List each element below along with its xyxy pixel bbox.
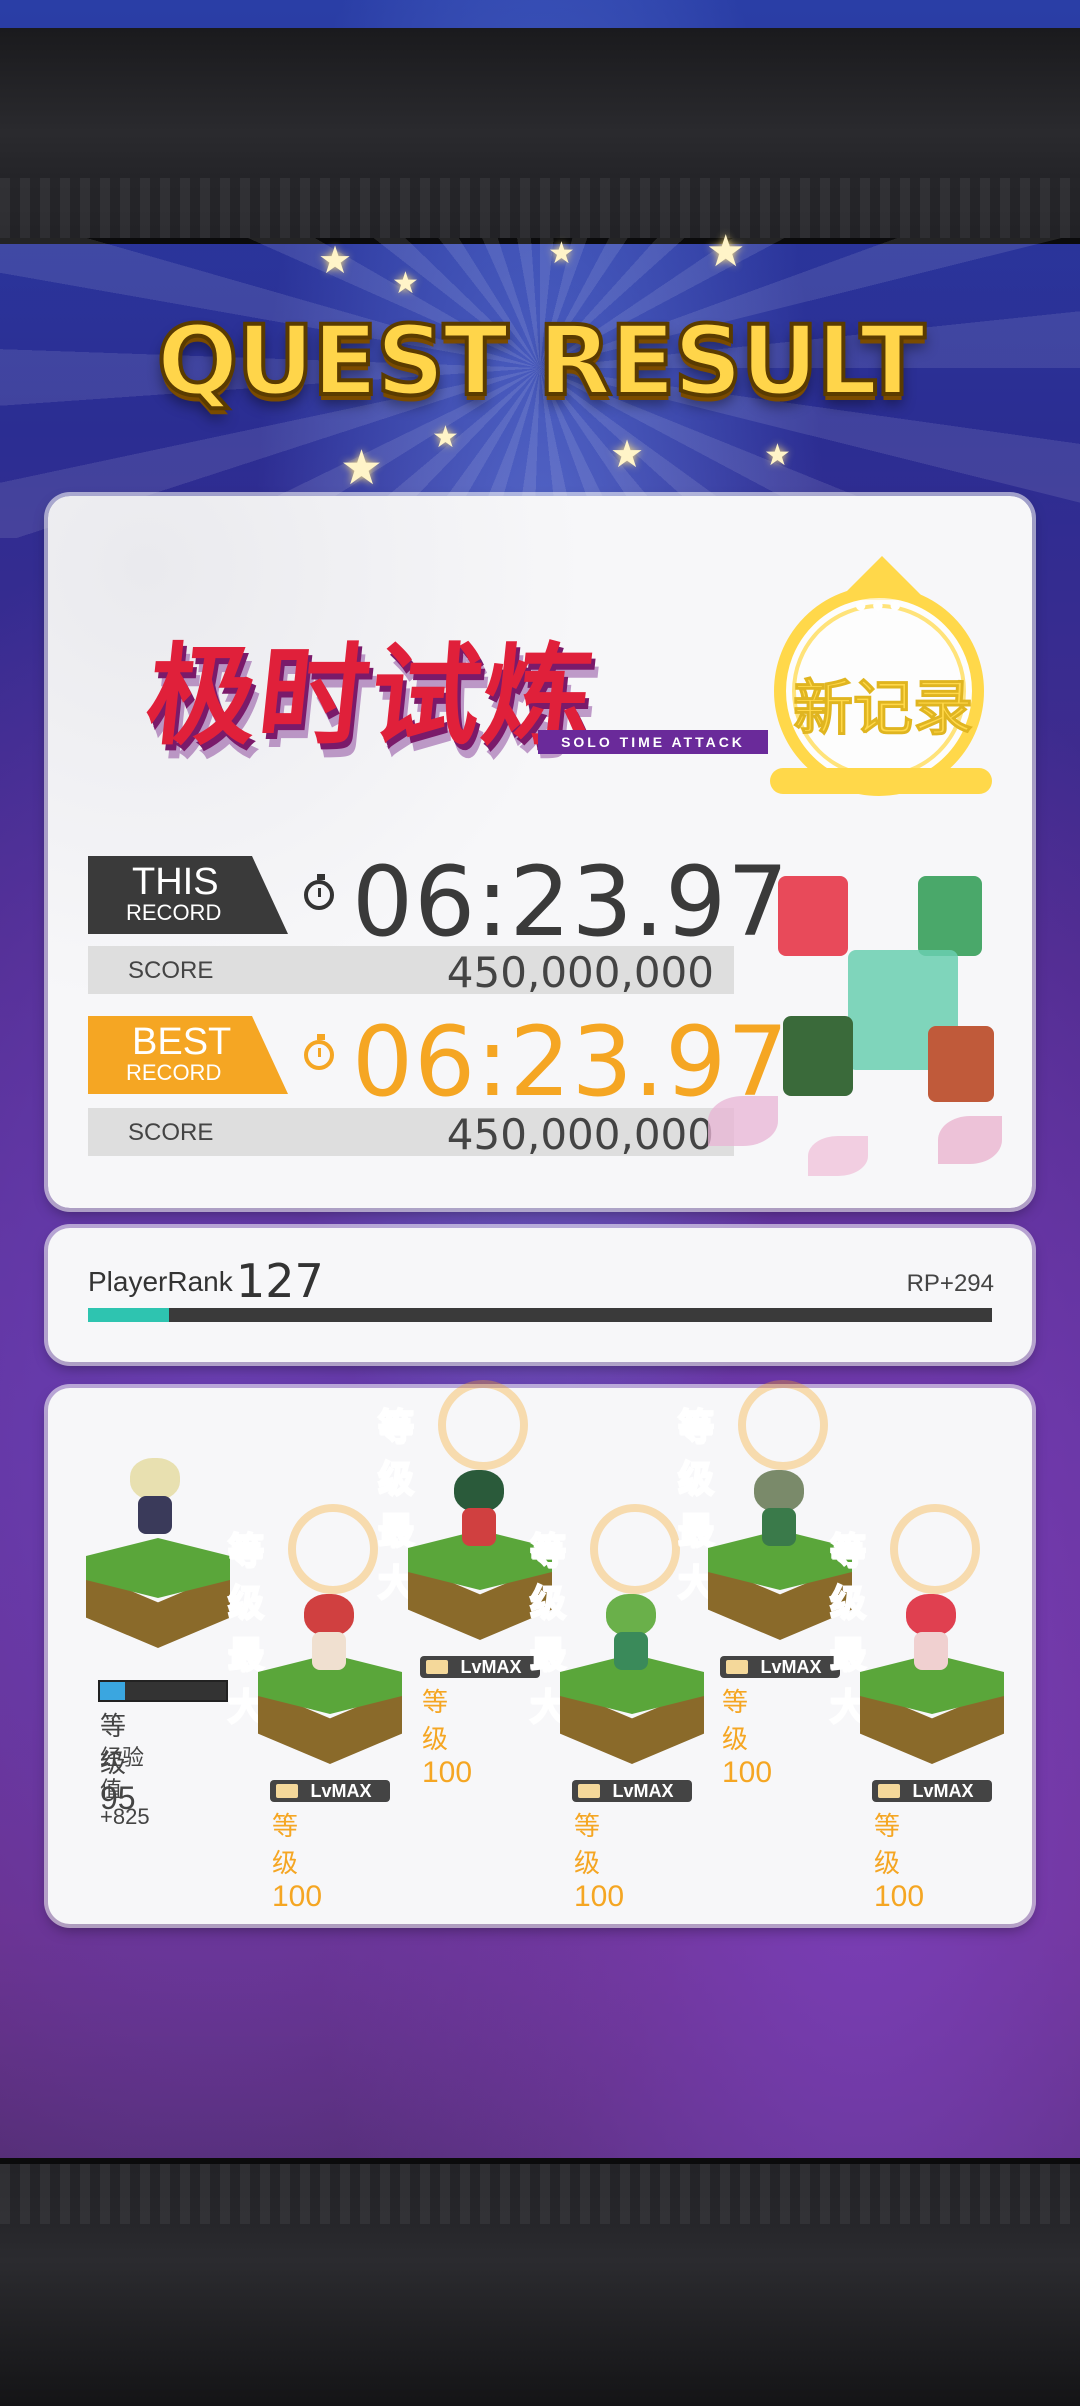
lvmax-badge: LvMAX: [572, 1780, 692, 1802]
unit-level: 等级100: [574, 1811, 625, 1913]
unit-level: 等级100: [422, 1687, 473, 1789]
bottom-frame-band: [0, 2158, 1080, 2406]
leader-xp-bar: [98, 1680, 228, 1702]
party-sprite: [918, 876, 982, 956]
star-icon: ★: [340, 442, 384, 495]
lvmax-badge: LvMAX: [720, 1656, 840, 1678]
star-icon: ★: [764, 439, 791, 472]
party-sprite: [928, 1026, 994, 1102]
lvmax-badge: LvMAX: [270, 1780, 390, 1802]
player-rank-label: PlayerRank: [88, 1266, 233, 1297]
unit-level: 等级100: [874, 1811, 925, 1913]
lvmax-badge: LvMAX: [872, 1780, 992, 1802]
unit-sprite: [744, 1470, 814, 1550]
star-icon: ★: [706, 227, 746, 276]
event-logo-cn: 极时试炼: [140, 632, 602, 760]
event-logo-en: SOLO TIME ATTACK: [538, 730, 768, 754]
this-score-value: 450,000,000: [446, 948, 714, 997]
party-sprite: [783, 1016, 853, 1096]
unit-sprite: [444, 1470, 514, 1550]
stopwatch-icon: [304, 874, 334, 910]
unit-sprite: [596, 1594, 666, 1674]
new-record-label: 新记录: [793, 675, 974, 743]
petal-decoration: [808, 1136, 868, 1176]
player-rank-value: 127: [236, 1254, 324, 1308]
star-icon: ★: [610, 434, 645, 476]
player-rank-progress: [88, 1308, 992, 1322]
unit-level: 等级100: [272, 1811, 323, 1913]
max-level-burst: [738, 1380, 828, 1470]
petal-decoration: [938, 1116, 1002, 1164]
max-level-burst: [590, 1504, 680, 1594]
star-icon: ★: [318, 240, 353, 282]
unit-sprite: [120, 1458, 190, 1538]
max-level-burst: [288, 1504, 378, 1594]
max-level-burst: [438, 1380, 528, 1470]
unit-level: 等级100: [722, 1687, 773, 1789]
best-score-bar: SCORE 450,000,000: [88, 1108, 734, 1159]
this-record-tag: THIS RECORD: [88, 856, 288, 934]
max-level-burst: [890, 1504, 980, 1594]
best-record-tag: BEST RECORD: [88, 1016, 288, 1094]
lvmax-badge: LvMAX: [420, 1656, 540, 1678]
event-logo: 极时试炼 SOLO TIME ATTACK: [140, 606, 768, 786]
party-sprite: [778, 876, 848, 956]
stopwatch-icon: [304, 1034, 334, 1070]
star-icon: ★: [392, 267, 419, 300]
unit-sprite: [294, 1594, 364, 1674]
rank-points-gained: RP+294: [906, 1270, 994, 1297]
player-rank-panel: PlayerRank 127 RP+294: [48, 1228, 1032, 1362]
unit-sprite: [896, 1594, 966, 1674]
star-icon: ★: [548, 237, 575, 270]
petal-decoration: [708, 1096, 778, 1146]
this-record-time: 06:23.97: [352, 846, 790, 958]
top-frame-band: [0, 28, 1080, 244]
leader-exp-gain: 经验值+825: [100, 1745, 150, 1829]
star-icon: ★: [432, 421, 459, 454]
new-record-badge: ●●● 新记录: [770, 556, 996, 812]
best-record-time: 06:23.97: [352, 1006, 790, 1118]
this-score-bar: SCORE 450,000,000: [88, 946, 734, 997]
units-panel: 等级 95 经验值+825 等级最大! LvMAX 等级100 等级最大! Lv…: [48, 1380, 1032, 1924]
best-score-value: 450,000,000: [446, 1110, 714, 1159]
quest-result-title: QUEST RESULT: [155, 303, 928, 419]
result-panel: 极时试炼 SOLO TIME ATTACK ●●● 新记录 THIS RECOR…: [48, 496, 1032, 1208]
